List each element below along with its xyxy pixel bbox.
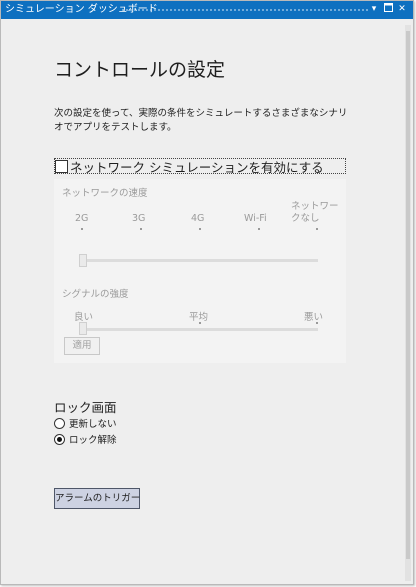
network-simulation-label: ネットワーク シミュレーションを有効にする: [70, 160, 324, 175]
scrollbar-thumb[interactable]: [406, 31, 410, 559]
speed-tick-2g: 2G: [75, 213, 89, 224]
network-speed-slider-thumb[interactable]: [79, 254, 87, 267]
speed-dot-none: [316, 228, 318, 230]
radio-unlock-label: ロック解除: [69, 435, 117, 446]
close-icon[interactable]: ✕: [396, 3, 408, 16]
speed-dot-3g: [140, 228, 142, 230]
vertical-scrollbar[interactable]: [405, 25, 411, 581]
signal-tick-bad: 悪い: [304, 312, 324, 323]
radio-button[interactable]: [54, 418, 65, 429]
network-settings-panel: ネットワークの速度 2G 3G 4G Wi-Fi ネットワークなし シグナルの強…: [54, 179, 346, 363]
signal-dot-average: [199, 322, 201, 324]
checkbox-box[interactable]: [55, 160, 68, 173]
radio-unlock[interactable]: ロック解除: [54, 433, 134, 447]
title-bar-grip[interactable]: [121, 8, 369, 12]
network-speed-slider-track[interactable]: [81, 259, 318, 262]
speed-tick-wifi: Wi-Fi: [244, 213, 267, 224]
radio-button-selected[interactable]: [54, 434, 65, 445]
signal-tick-good: 良い: [74, 312, 94, 323]
pin-icon[interactable]: ▾: [368, 3, 380, 16]
maximize-icon[interactable]: [382, 3, 394, 16]
speed-dot-4g: [199, 228, 201, 230]
signal-strength-slider-track[interactable]: [81, 328, 318, 331]
speed-dot-2g: [81, 228, 83, 230]
speed-dot-wifi: [258, 228, 260, 230]
speed-tick-3g: 3G: [132, 213, 146, 224]
trigger-alarm-button[interactable]: アラームのトリガー: [54, 488, 140, 509]
lock-screen-heading: ロック画面: [54, 400, 117, 415]
simulation-dashboard-window: シミュレーション ダッシュボード ▾ ✕ コントロールの設定 次の設定を使って、…: [0, 0, 414, 585]
radio-no-update[interactable]: 更新しない: [54, 417, 134, 431]
page-description: 次の設定を使って、実際の条件をシミュレートするさまざまなシナリオでアプリをテスト…: [54, 108, 348, 133]
signal-dot-bad: [316, 322, 318, 324]
network-simulation-checkbox[interactable]: ネットワーク シミュレーションを有効にする: [54, 158, 346, 175]
network-speed-label: ネットワークの速度: [62, 188, 148, 199]
speed-tick-none: ネットワークなし: [291, 201, 339, 224]
page-title: コントロールの設定: [54, 59, 226, 81]
apply-button[interactable]: 適用: [64, 337, 100, 355]
speed-tick-4g: 4G: [191, 213, 205, 224]
signal-tick-average: 平均: [189, 312, 209, 323]
radio-no-update-label: 更新しない: [69, 419, 117, 430]
signal-strength-label: シグナルの強度: [62, 289, 129, 300]
title-bar: シミュレーション ダッシュボード ▾ ✕: [1, 1, 413, 19]
signal-strength-slider-thumb[interactable]: [79, 322, 87, 335]
